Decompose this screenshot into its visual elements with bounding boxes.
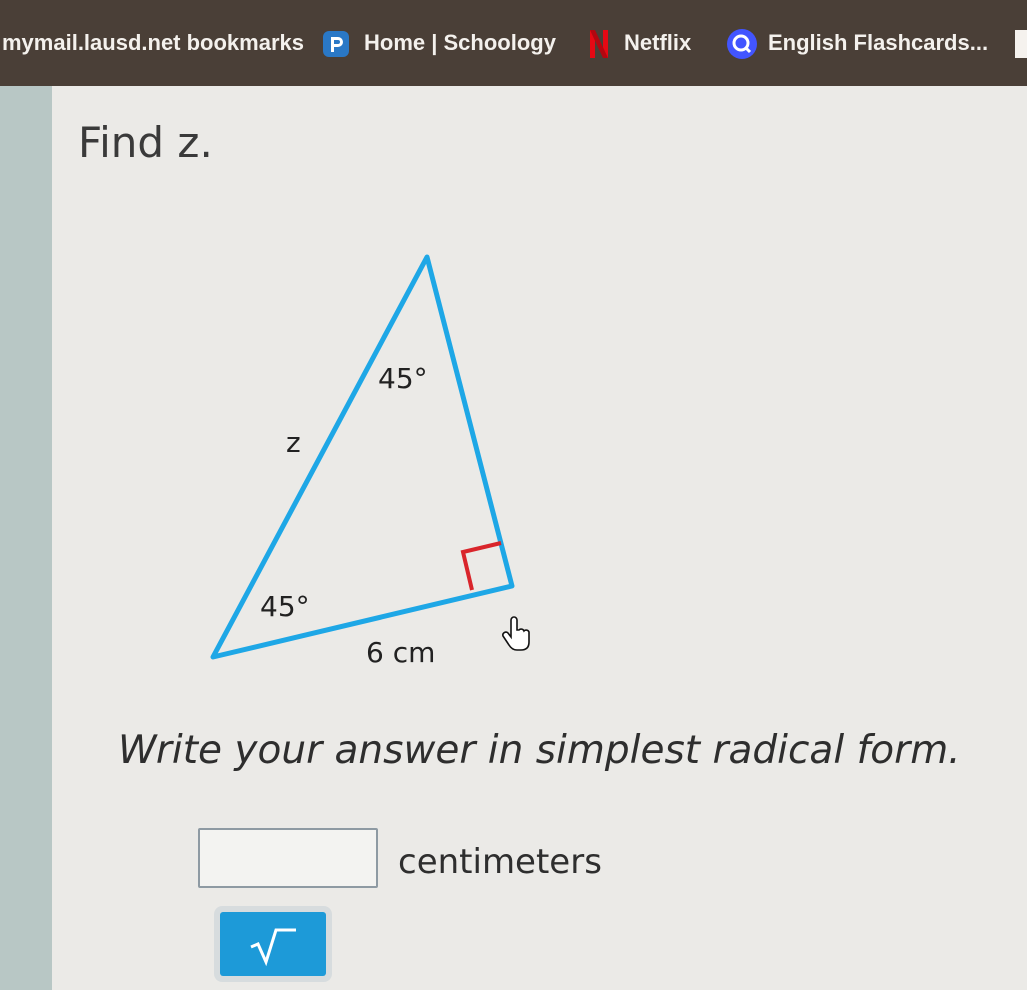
sqrt-icon (250, 928, 296, 967)
quizlet-icon (727, 29, 757, 59)
overflow-bookmark-icon[interactable] (1015, 30, 1027, 58)
schoology-icon (323, 31, 349, 57)
bookmark-label: mymail.lausd.net bookmarks (2, 30, 304, 55)
bookmark-english-flashcards[interactable]: English Flashcards... (768, 28, 988, 58)
bookmark-mymail[interactable]: mymail.lausd.net bookmarks (2, 28, 304, 58)
bookmark-netflix[interactable]: Netflix (624, 28, 691, 58)
unit-label: centimeters (398, 842, 602, 882)
question-title: Find z. (78, 118, 213, 167)
window-edge (0, 86, 52, 990)
netflix-icon (590, 30, 608, 58)
bookmark-label: English Flashcards... (768, 30, 989, 55)
answer-input[interactable] (198, 828, 378, 888)
bookmark-label: Home | Schoology (364, 30, 556, 55)
sqrt-button[interactable] (220, 912, 326, 976)
bookmarks-bar: mymail.lausd.net bookmarks Home | School… (0, 0, 1027, 86)
bookmark-label: Netflix (624, 30, 692, 55)
bookmark-schoology[interactable]: Home | Schoology (364, 28, 556, 58)
instruction-text: Write your answer in simplest radical fo… (118, 728, 961, 773)
